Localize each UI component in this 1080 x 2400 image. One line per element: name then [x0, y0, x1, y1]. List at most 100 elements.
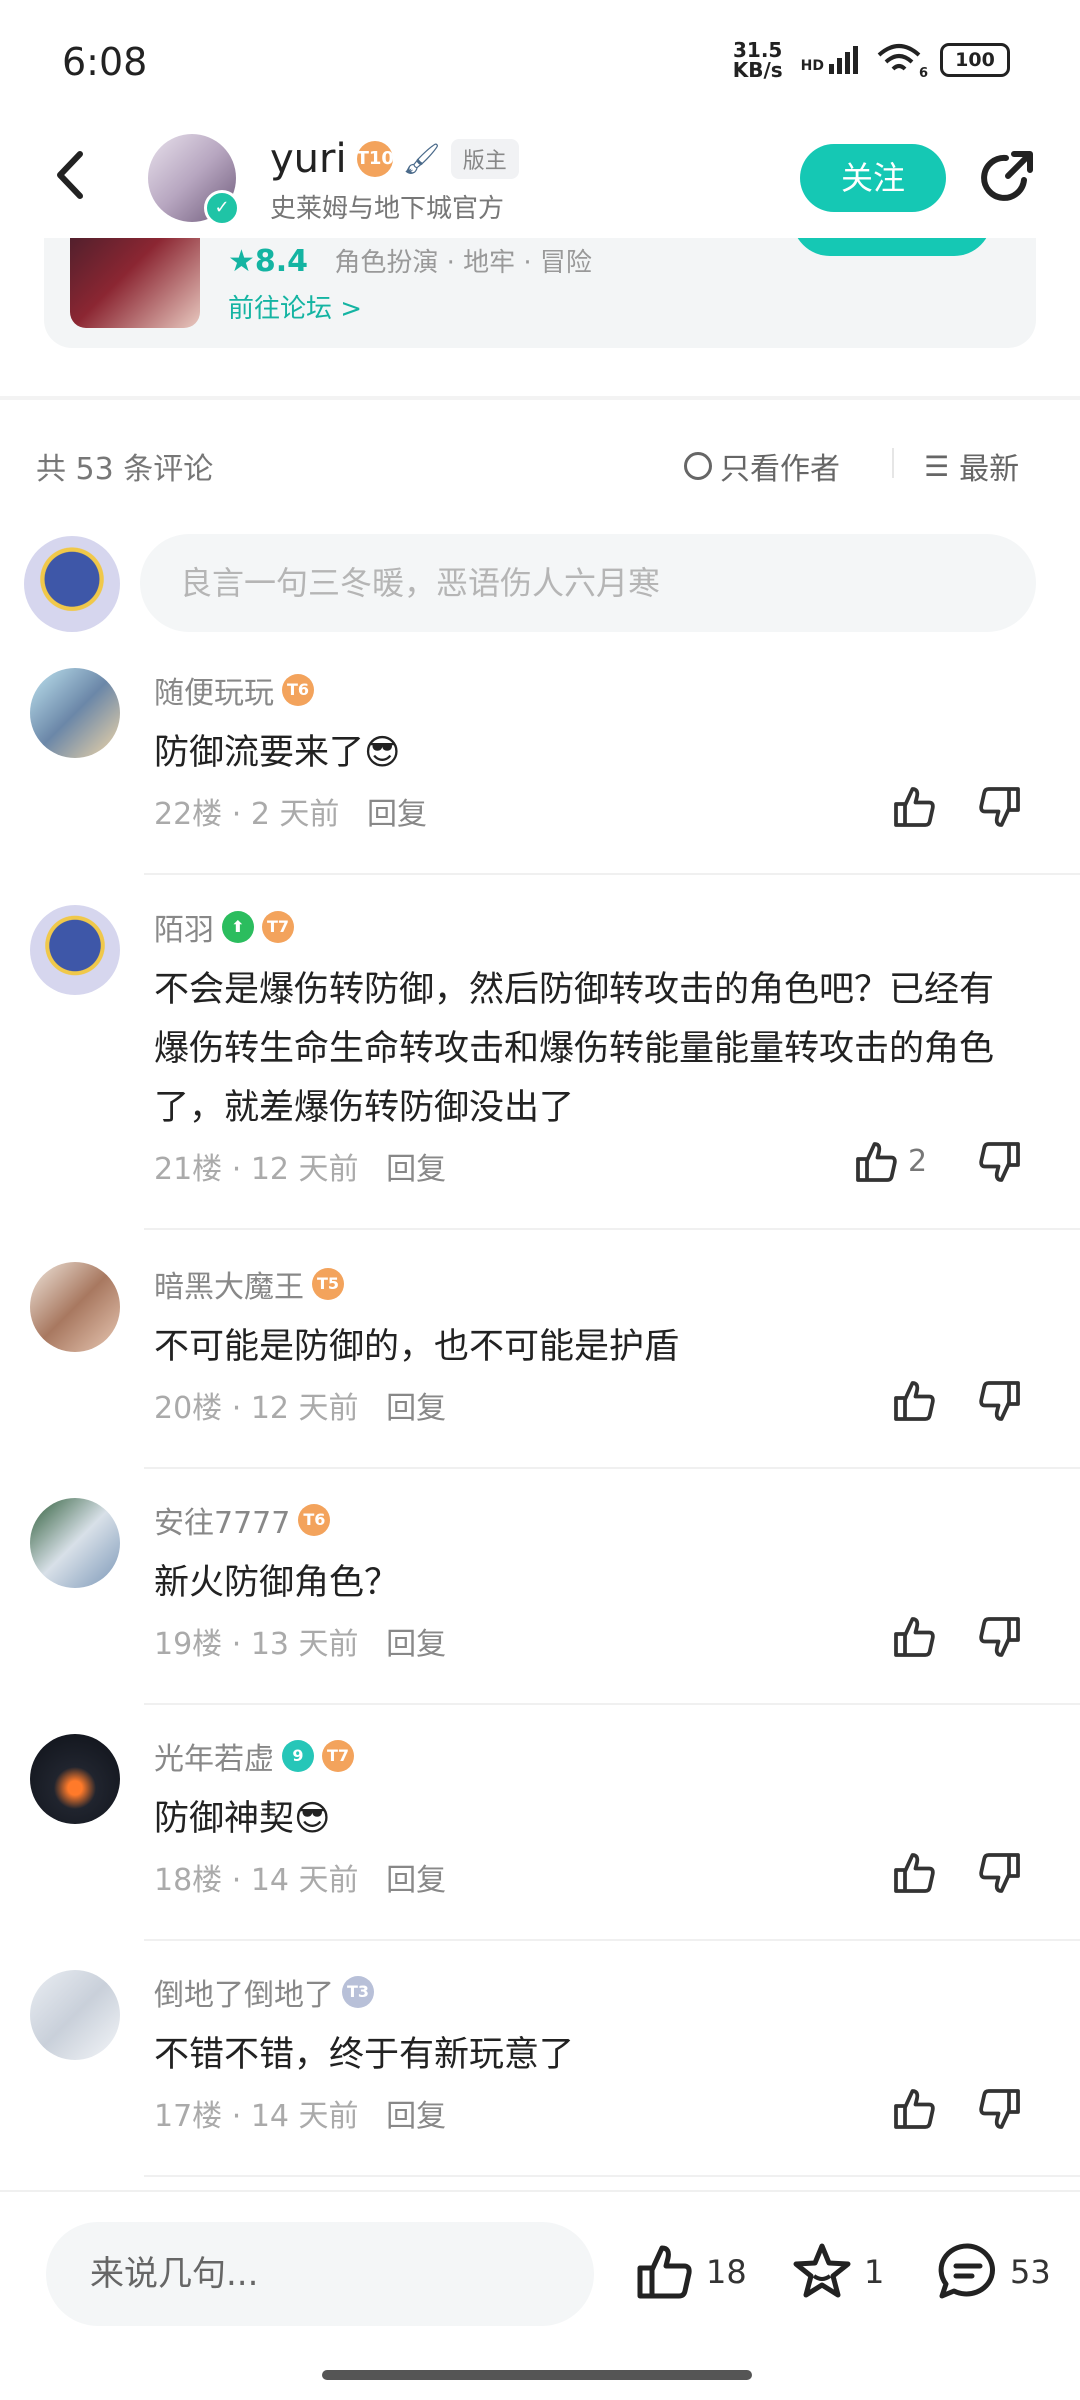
- section-divider: [0, 396, 1080, 400]
- comment-text: 新火防御角色？: [154, 1563, 400, 1603]
- bottom-comment-input[interactable]: 来说几句...: [46, 2222, 594, 2326]
- comment-input[interactable]: 良言一句三冬暖，恶语伤人六月寒: [140, 534, 1036, 632]
- reply-button[interactable]: 回复: [386, 2099, 446, 2134]
- sort-newest[interactable]: ☰ 最新: [924, 444, 1019, 488]
- author-subtitle: 史莱姆与地下城官方: [270, 194, 505, 224]
- signal-icon: HD: [801, 46, 858, 74]
- game-meta: ★8.4 角色扮演 · 地牢 · 冒险: [228, 242, 592, 279]
- like-count: 18: [706, 2253, 747, 2291]
- status-icons: 31.5 KB/s HD 6 100: [732, 38, 1010, 82]
- chat-bubble-icon: [938, 2243, 995, 2299]
- thumbs-up-icon[interactable]: [852, 1138, 900, 1186]
- thumbs-down-icon[interactable]: [976, 2085, 1024, 2133]
- commenter-name-row: 安往7777 T6: [154, 1498, 331, 1542]
- comment-time: 12 天前: [250, 1391, 359, 1426]
- comment-meta: 17楼 · 14 天前 回复: [154, 2099, 447, 2134]
- back-arrow-icon[interactable]: [52, 150, 92, 200]
- comment-divider: [144, 1228, 1080, 1230]
- thumbs-down-icon[interactable]: [976, 1613, 1024, 1661]
- commenter-name[interactable]: 随便玩玩: [154, 668, 274, 712]
- verified-icon: ✓: [204, 190, 240, 226]
- commenter-avatar[interactable]: [30, 668, 120, 758]
- floor-number: 20楼: [154, 1391, 223, 1426]
- header-separator: [892, 448, 894, 478]
- favorite-button[interactable]: 1: [790, 2240, 884, 2304]
- thumbs-down-icon[interactable]: [976, 783, 1024, 831]
- comment-divider: [144, 1467, 1080, 1469]
- thumbs-up-icon[interactable]: [890, 1377, 938, 1425]
- thumbs-up-icon[interactable]: [890, 2085, 938, 2133]
- star-icon: [793, 2243, 851, 2298]
- comment-time: 2 天前: [250, 797, 340, 832]
- comment-time: 14 天前: [250, 1863, 359, 1898]
- commenter-name-row: 陌羽 ⬆ T7: [154, 905, 294, 949]
- commenter-avatar[interactable]: [30, 1262, 120, 1352]
- commenter-avatar[interactable]: [30, 1498, 120, 1588]
- battery-icon: 100: [940, 43, 1010, 77]
- commenter-name-row: 随便玩玩 T6: [154, 668, 314, 712]
- commenter-name-row: 光年若虚 9 T7: [154, 1734, 354, 1778]
- author-name-row: yuri T10 🖌 版主: [270, 136, 519, 182]
- comment-meta: 21楼 · 12 天前 回复: [154, 1152, 447, 1187]
- comment-meta: 19楼 · 13 天前 回复: [154, 1627, 447, 1662]
- comment-text: 不可能是防御的，也不可能是护盾: [154, 1327, 680, 1367]
- reply-button[interactable]: 回复: [386, 1152, 446, 1187]
- special-badge: 9: [282, 1740, 314, 1772]
- comment-count: 共 53 条评论: [36, 452, 214, 487]
- comment-time: 14 天前: [250, 2099, 359, 2134]
- home-indicator[interactable]: [322, 2370, 752, 2380]
- commenter-name[interactable]: 倒地了倒地了: [154, 1970, 334, 2014]
- my-avatar: [24, 536, 120, 632]
- wifi-icon: 6: [876, 43, 928, 81]
- follow-button[interactable]: 关注: [800, 144, 946, 212]
- commenter-name[interactable]: 陌羽: [154, 905, 214, 949]
- commenter-name[interactable]: 安往7777: [154, 1498, 290, 1542]
- brush-icon: 🖌: [402, 141, 441, 177]
- comment-meta: 18楼 · 14 天前 回复: [154, 1863, 447, 1898]
- network-speed: 31.5 KB/s: [732, 38, 783, 82]
- sort-icon: ☰: [924, 449, 950, 483]
- comment-meta: 22楼 · 2 天前 回复: [154, 797, 427, 832]
- commenter-name-row: 暗黑大魔王 T5: [154, 1262, 344, 1306]
- comment-meta: 20楼 · 12 天前 回复: [154, 1391, 447, 1426]
- thumbs-down-icon[interactable]: [976, 1377, 1024, 1425]
- comments-count: 53: [1010, 2253, 1051, 2291]
- moderator-badge: 版主: [450, 139, 519, 179]
- author-only-toggle[interactable]: 只看作者: [684, 444, 840, 488]
- floor-number: 19楼: [154, 1627, 223, 1662]
- commenter-name[interactable]: 光年若虚: [154, 1734, 274, 1778]
- commenter-avatar[interactable]: [30, 1734, 120, 1824]
- floor-number: 21楼: [154, 1152, 223, 1187]
- reply-button[interactable]: 回复: [386, 1627, 446, 1662]
- forum-link[interactable]: 前往论坛 >: [228, 288, 362, 325]
- thumbs-down-icon[interactable]: [976, 1138, 1024, 1186]
- game-tags: 角色扮演 · 地牢 · 冒险: [334, 248, 592, 278]
- comments-button[interactable]: 53: [936, 2240, 1051, 2304]
- comment-divider: [144, 1939, 1080, 1941]
- favorite-count: 1: [864, 2253, 885, 2291]
- reply-button[interactable]: 回复: [386, 1863, 446, 1898]
- comment-text: 不错不错，终于有新玩意了: [154, 2035, 575, 2075]
- commenter-name-row: 倒地了倒地了 T3: [154, 1970, 374, 2014]
- floor-number: 18楼: [154, 1863, 223, 1898]
- author-name[interactable]: yuri: [270, 136, 347, 182]
- up-arrow-badge-icon: ⬆: [222, 911, 254, 943]
- thumbs-down-icon[interactable]: [976, 1849, 1024, 1897]
- level-badge: T6: [298, 1504, 331, 1536]
- reply-button[interactable]: 回复: [386, 1391, 446, 1426]
- thumbs-up-icon[interactable]: [890, 1849, 938, 1897]
- reply-button[interactable]: 回复: [367, 797, 427, 832]
- comment-text: 防御神契😎: [154, 1799, 331, 1839]
- commenter-avatar[interactable]: [30, 905, 120, 995]
- commenter-avatar[interactable]: [30, 1970, 120, 2060]
- floor-number: 22楼: [154, 797, 223, 832]
- comment-divider: [144, 1703, 1080, 1705]
- comment-time: 13 天前: [250, 1627, 359, 1662]
- comment-like-count: 2: [908, 1144, 928, 1179]
- like-post-button[interactable]: 18: [632, 2240, 747, 2304]
- level-badge: T7: [262, 911, 294, 943]
- share-icon[interactable]: [976, 148, 1036, 208]
- thumbs-up-icon[interactable]: [890, 783, 938, 831]
- thumbs-up-icon[interactable]: [890, 1613, 938, 1661]
- commenter-name[interactable]: 暗黑大魔王: [154, 1262, 304, 1306]
